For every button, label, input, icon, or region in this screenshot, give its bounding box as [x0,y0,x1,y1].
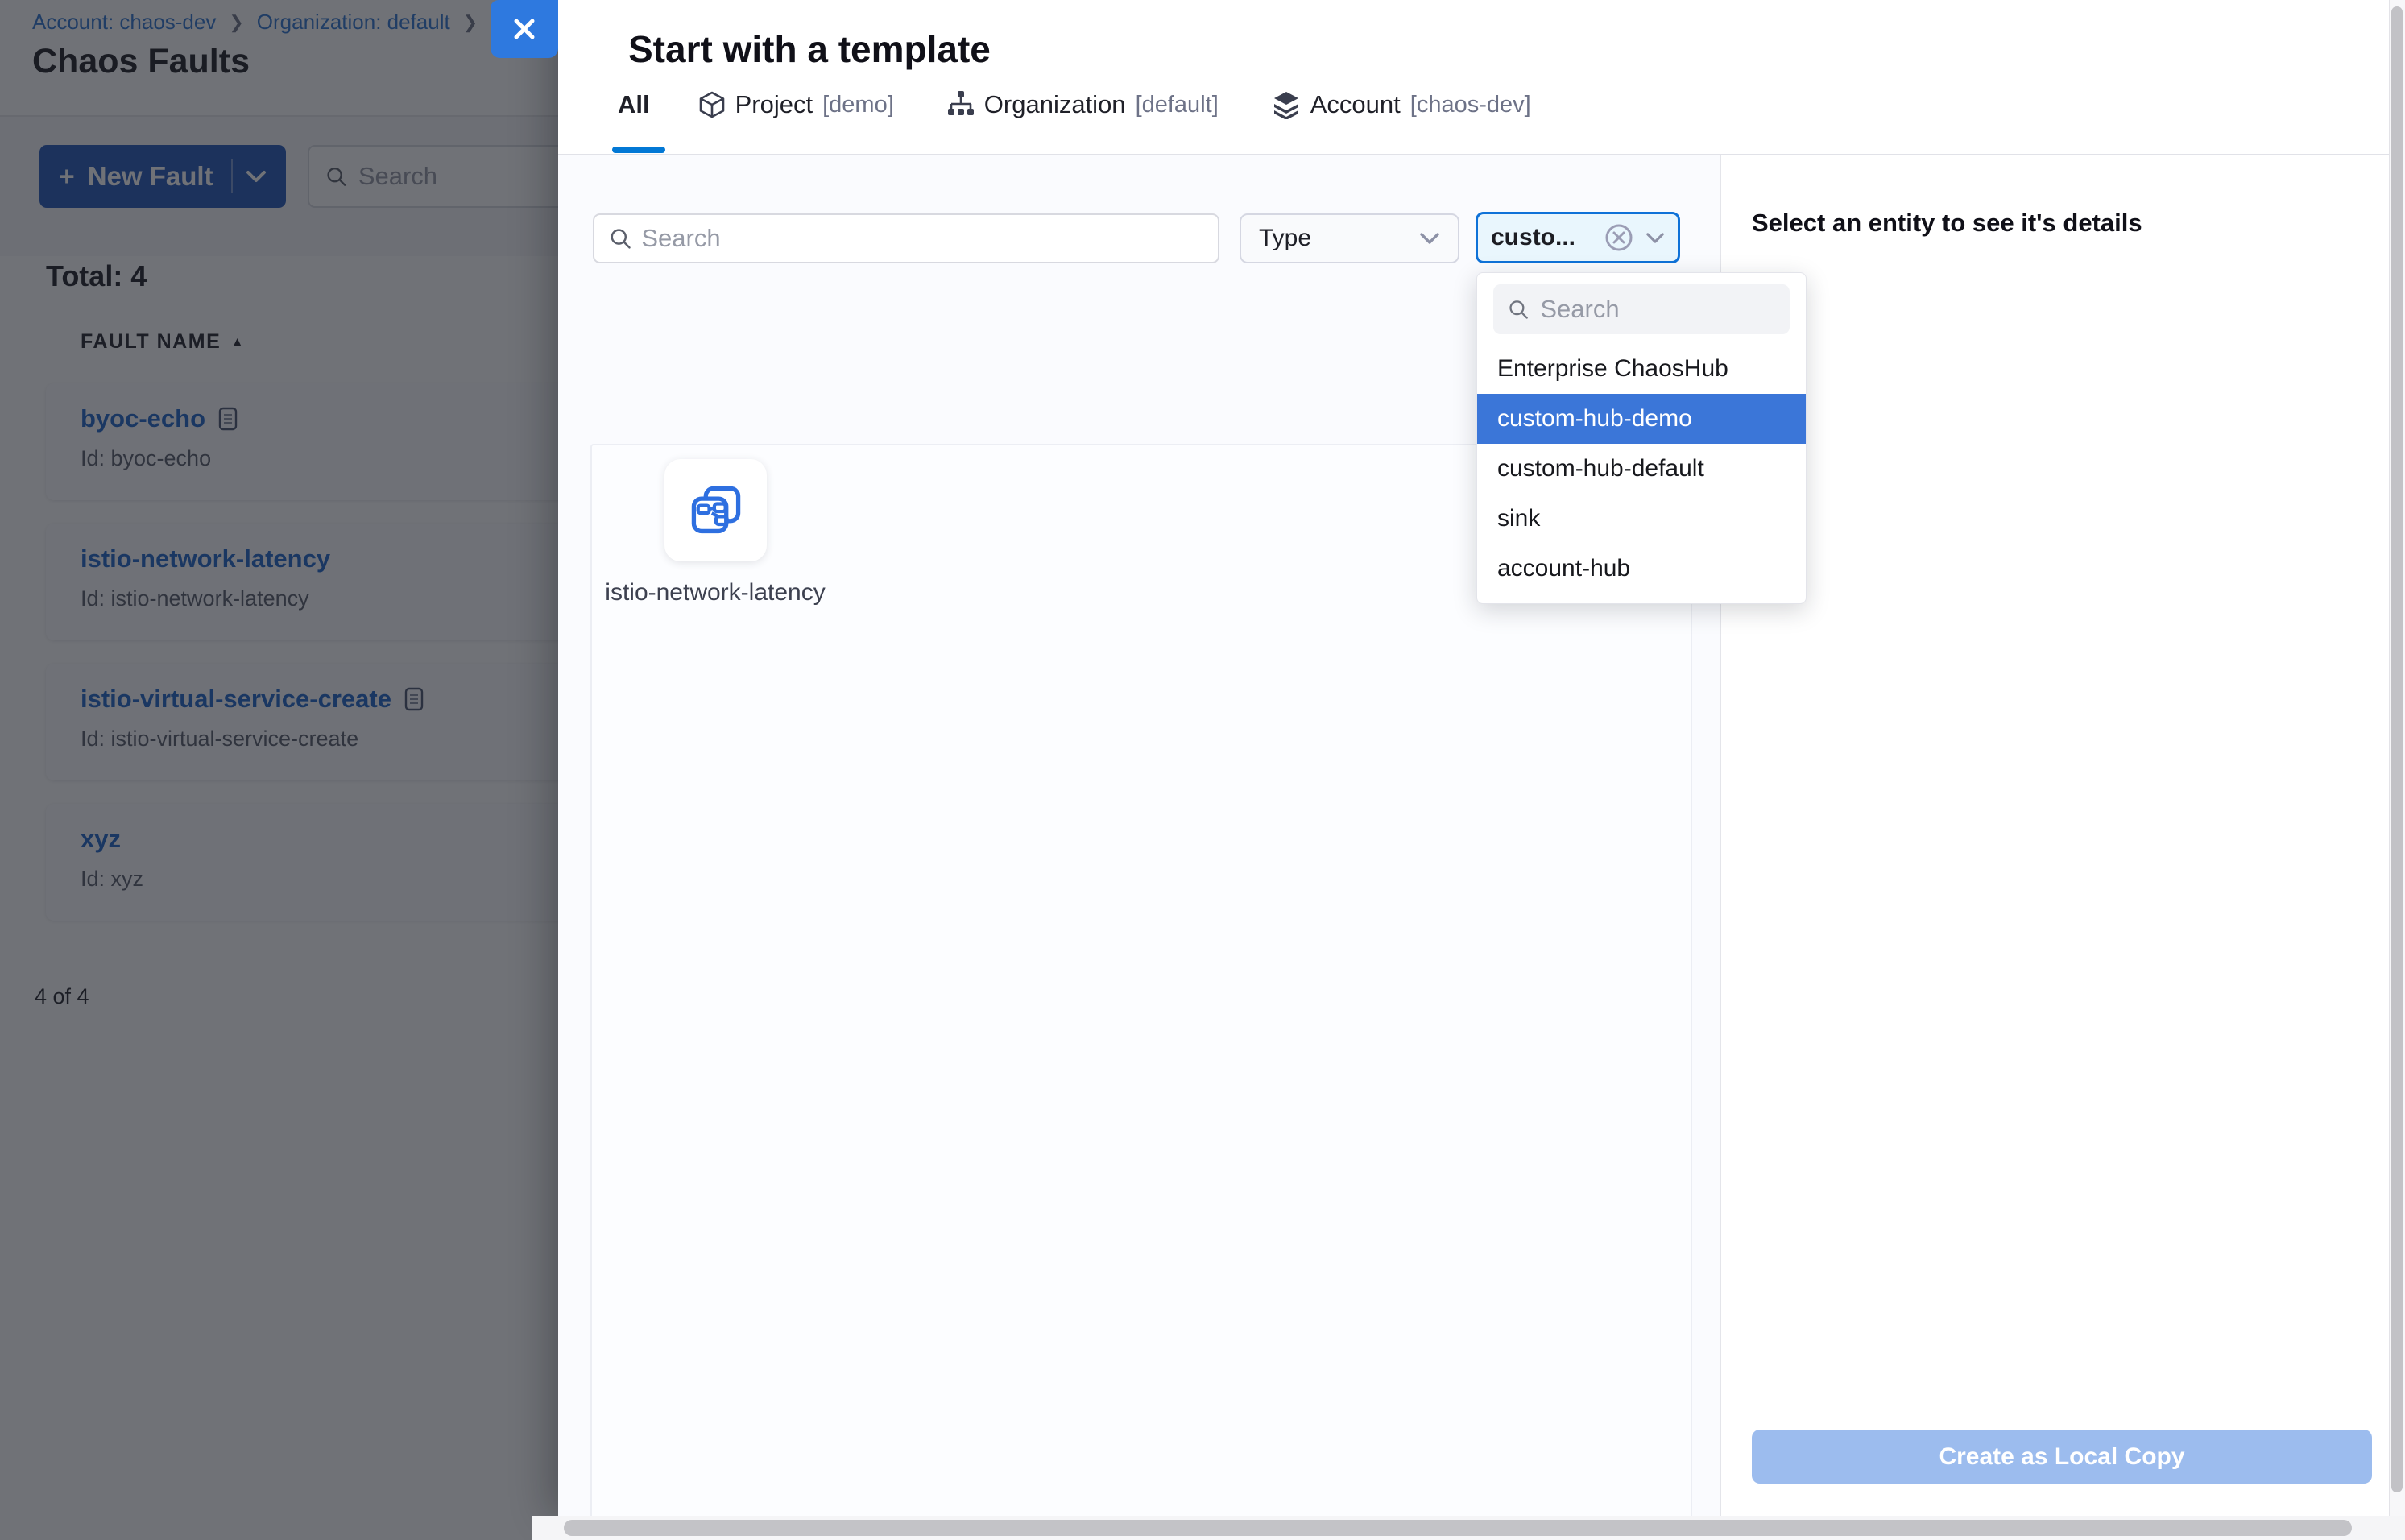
fault-template-icon [688,482,744,539]
tab-account[interactable]: Account [chaos-dev] [1272,90,1531,119]
tab-organization[interactable]: Organization [default] [947,90,1219,119]
hub-filter-value: custo... [1491,224,1592,251]
start-with-template-modal: Start with a template All Project [demo] [558,0,2389,1516]
hierarchy-icon [947,90,975,119]
active-tab-indicator [612,147,665,153]
search-icon [609,226,631,250]
hub-option-custom-hub-demo[interactable]: custom-hub-demo [1477,394,1806,444]
hub-option-custom-hub-default[interactable]: custom-hub-default [1477,444,1806,494]
chevron-down-icon [1645,232,1665,244]
close-button[interactable] [491,0,558,58]
hub-filter-dropdown[interactable]: custo... [1476,212,1680,263]
horizontal-scrollbar[interactable] [532,1516,2405,1540]
type-filter-dropdown[interactable]: Type [1240,213,1459,263]
hub-option-account-hub[interactable]: account-hub [1477,544,1806,594]
chevron-down-icon [1419,232,1440,245]
horizontal-scrollbar-thumb[interactable] [564,1520,2352,1536]
tab-project-scope: [demo] [822,92,894,118]
close-icon [511,16,537,42]
template-card-label: istio-network-latency [602,576,828,609]
tab-project[interactable]: Project [demo] [698,90,894,119]
modal-title: Start with a template [628,27,991,71]
hub-dropdown-search-box [1493,284,1790,334]
tab-organization-scope: [default] [1136,92,1219,118]
scope-tabs: All Project [demo] Organization [defau [618,90,1531,119]
vertical-scrollbar[interactable] [2389,0,2405,1540]
cube-icon [698,90,726,119]
create-as-local-copy-button[interactable]: Create as Local Copy [1752,1430,2372,1484]
template-search-box [593,213,1219,263]
template-card-istio-network-latency[interactable] [664,459,767,561]
hub-dropdown-search-input[interactable] [1540,295,1775,324]
search-icon [1508,297,1529,321]
hub-option-sink[interactable]: sink [1477,494,1806,544]
vertical-scrollbar-thumb[interactable] [2391,6,2403,1492]
tab-all[interactable]: All [618,90,650,119]
clear-filter-icon[interactable] [1604,222,1634,253]
template-search-input[interactable] [641,224,1203,253]
hub-option-enterprise-chaoshub[interactable]: Enterprise ChaosHub [1477,344,1806,394]
hub-dropdown-popover: Enterprise ChaosHub custom-hub-demo cust… [1476,272,1807,604]
entity-details-pane: Select an entity to see it's details Cre… [1721,155,2389,1516]
details-placeholder-text: Select an entity to see it's details [1752,209,2142,238]
tab-account-scope: [chaos-dev] [1410,92,1531,118]
layers-icon [1272,90,1301,119]
